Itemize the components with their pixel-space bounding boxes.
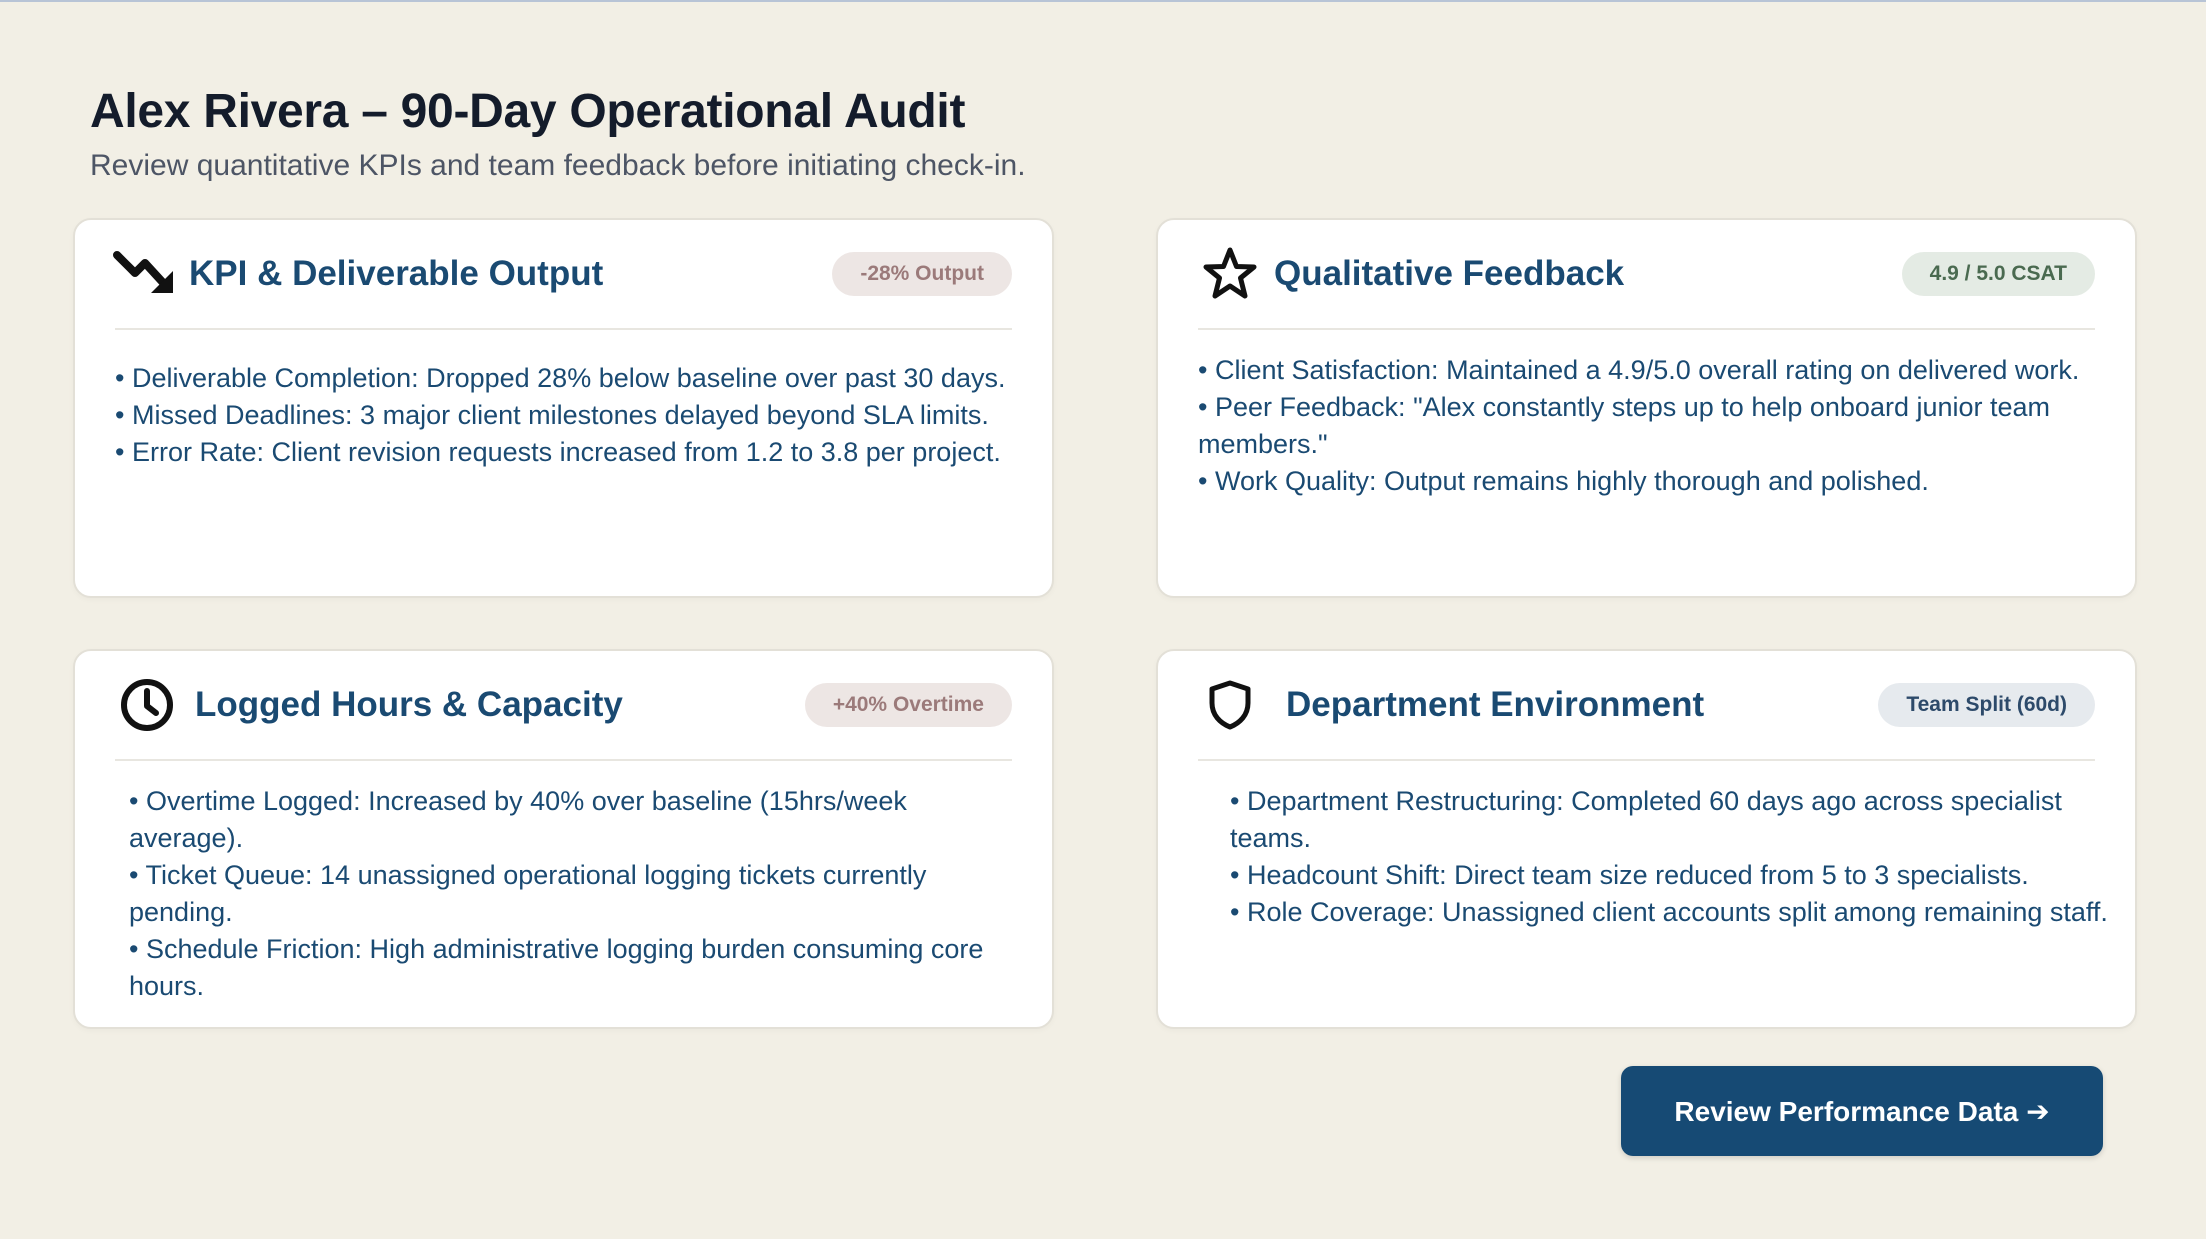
department-card: Department Environment Team Split (60d) … (1156, 649, 2137, 1029)
status-badge: 4.9 / 5.0 CSAT (1901, 252, 2095, 296)
card-header: KPI & Deliverable Output -28% Output (113, 220, 1012, 330)
page-header: Alex Rivera – 90-Day Operational Audit R… (90, 84, 1026, 183)
list-item: • Headcount Shift: Direct team size redu… (1230, 860, 2029, 890)
clock-icon (115, 673, 179, 737)
status-badge: Team Split (60d) (1878, 683, 2095, 727)
list-item: • Error Rate: Client revision requests i… (115, 437, 1001, 467)
list-item: • Peer Feedback: "Alex constantly steps … (1198, 392, 2051, 459)
shield-icon (1198, 673, 1262, 737)
list-item: • Ticket Queue: 14 unassigned operationa… (129, 860, 927, 927)
page-subtitle: Review quantitative KPIs and team feedba… (90, 149, 1026, 182)
status-badge: +40% Overtime (804, 683, 1012, 727)
list-item: • Overtime Logged: Increased by 40% over… (129, 786, 907, 853)
card-body: • Deliverable Completion: Dropped 28% be… (115, 360, 1026, 471)
review-performance-button[interactable]: Review Performance Data ➔ (1621, 1066, 2103, 1156)
card-body: • Department Restructuring: Completed 60… (1230, 783, 2119, 931)
card-header: Department Environment Team Split (60d) (1198, 651, 2095, 761)
status-badge: -28% Output (832, 252, 1012, 296)
list-item: • Deliverable Completion: Dropped 28% be… (115, 363, 1006, 393)
kpi-card: KPI & Deliverable Output -28% Output • D… (73, 218, 1054, 598)
card-title: Qualitative Feedback (1274, 254, 1625, 293)
star-icon (1198, 242, 1262, 306)
list-item: • Role Coverage: Unassigned client accou… (1230, 897, 2108, 927)
trending-down-icon (113, 242, 177, 306)
card-title: Department Environment (1286, 685, 1705, 724)
card-title: Logged Hours & Capacity (195, 685, 623, 724)
hours-card: Logged Hours & Capacity +40% Overtime • … (73, 649, 1054, 1029)
list-item: • Missed Deadlines: 3 major client miles… (115, 400, 989, 430)
card-header: Qualitative Feedback 4.9 / 5.0 CSAT (1198, 220, 2095, 330)
card-body: • Overtime Logged: Increased by 40% over… (129, 783, 1028, 1005)
card-header: Logged Hours & Capacity +40% Overtime (115, 651, 1012, 761)
card-title: KPI & Deliverable Output (189, 254, 604, 293)
feedback-card: Qualitative Feedback 4.9 / 5.0 CSAT • Cl… (1156, 218, 2137, 598)
card-body: • Client Satisfaction: Maintained a 4.9/… (1198, 352, 2095, 500)
list-item: • Client Satisfaction: Maintained a 4.9/… (1198, 355, 2080, 385)
page-title: Alex Rivera – 90-Day Operational Audit (90, 85, 966, 138)
list-item: • Department Restructuring: Completed 60… (1230, 786, 2062, 853)
list-item: • Work Quality: Output remains highly th… (1198, 466, 1929, 496)
list-item: • Schedule Friction: High administrative… (129, 934, 984, 1001)
